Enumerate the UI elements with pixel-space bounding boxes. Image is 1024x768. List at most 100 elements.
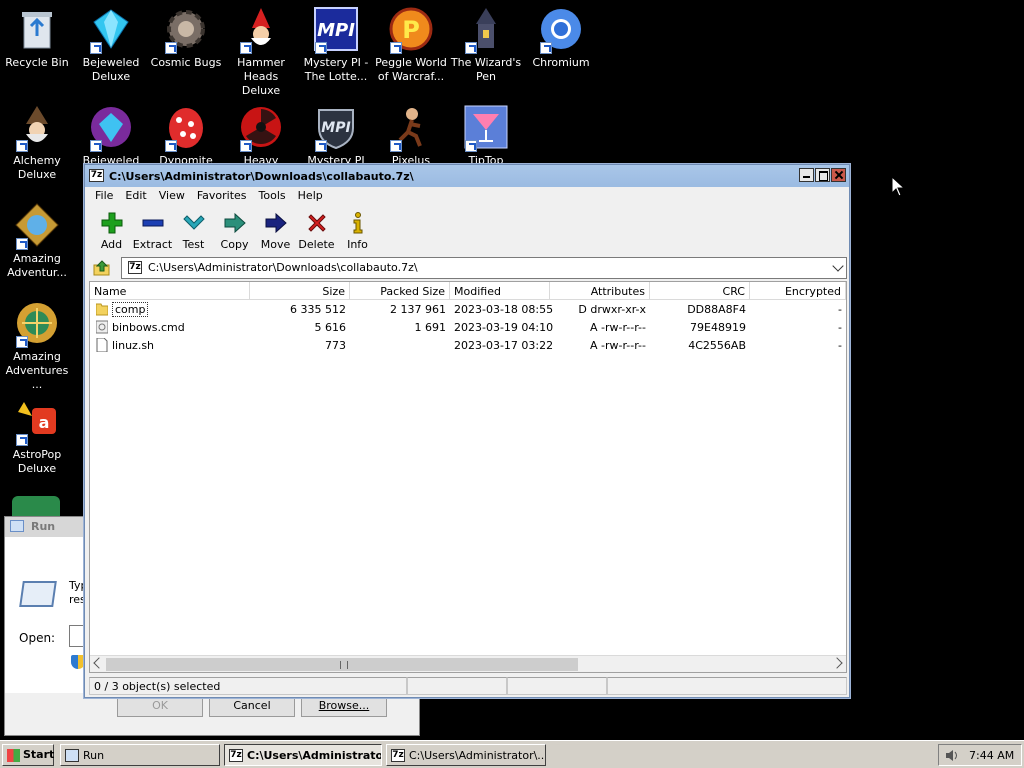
uac-shield-icon [71, 655, 85, 669]
column-header-size[interactable]: Size [250, 282, 350, 300]
move-button[interactable]: Move [255, 207, 296, 255]
maximize-button[interactable] [815, 168, 830, 182]
close-button[interactable] [831, 168, 846, 182]
scroll-right-arrow-icon[interactable] [831, 657, 843, 669]
run-ok-button[interactable]: OK [117, 695, 203, 717]
clock[interactable]: 7:44 AM [969, 749, 1014, 762]
add-plus-icon [101, 212, 122, 234]
run-browse-button[interactable]: Browse... [301, 695, 387, 717]
column-header-encrypted[interactable]: Encrypted [750, 282, 846, 300]
extract-button[interactable]: Extract [132, 207, 173, 255]
desktop-icon-alchemy-deluxe[interactable]: Alchemy Deluxe [0, 98, 74, 182]
desktop-icon-amazing-adventures-1[interactable]: Amazing Adventur... [0, 196, 74, 280]
path-combobox[interactable]: 7z C:\Users\Administrator\Downloads\coll… [121, 257, 847, 279]
taskbar-button-7zip[interactable]: 7z C:\Users\Administrator\... [386, 744, 546, 766]
test-button[interactable]: Test [173, 207, 214, 255]
desktop-icon-mystery-pi-lottery[interactable]: MPI Mystery PI - The Lotte... [299, 0, 373, 84]
desktop-icon-mystery-pi[interactable]: MPI Mystery PI [299, 98, 373, 168]
desktop-icon-label: Mystery PI - The Lotte... [303, 56, 369, 83]
cell-encrypted: - [838, 321, 842, 334]
status-segment-3 [507, 677, 607, 695]
table-row[interactable]: comp 6 335 512 2 137 961 2023-03-18 08:5… [90, 300, 846, 318]
desktop-icon-label: Chromium [532, 56, 590, 69]
desktop-icon-label: The Wizard's Pen [450, 56, 522, 83]
status-segment-2 [407, 677, 507, 695]
table-row[interactable]: linuz.sh 773 2023-03-17 03:22 A -rw-r--r… [90, 336, 846, 354]
svg-text:a: a [39, 413, 50, 432]
column-header-modified[interactable]: Modified [450, 282, 550, 300]
status-segment-4 [607, 677, 847, 695]
cell-size: 773 [325, 339, 346, 352]
cell-name: linuz.sh [112, 339, 155, 352]
add-button[interactable]: Add [91, 207, 132, 255]
cell-crc: DD88A8F4 [687, 303, 746, 316]
cmd-file-icon [96, 320, 108, 334]
desktop-icon-cosmic-bugs[interactable]: Cosmic Bugs [149, 0, 223, 70]
menu-tools[interactable]: Tools [253, 187, 292, 205]
cell-encrypted: - [838, 339, 842, 352]
desktop-icon-hammer-heads[interactable]: Hammer Heads Deluxe [224, 0, 298, 98]
sevenzip-titlebar[interactable]: 7z C:\Users\Administrator\Downloads\coll… [85, 165, 849, 187]
scroll-left-arrow-icon[interactable] [93, 657, 105, 669]
windows-logo-icon [7, 749, 20, 762]
menu-edit[interactable]: Edit [119, 187, 152, 205]
info-button[interactable]: Info [337, 207, 378, 255]
desktop-icon-label: Cosmic Bugs [150, 56, 222, 69]
folder-up-icon[interactable] [93, 259, 111, 277]
7z-icon: 7z [229, 749, 243, 762]
cell-crc: 79E48919 [690, 321, 746, 334]
desktop-icon-bejeweled[interactable]: Bejeweled [74, 98, 148, 168]
taskbar: Start Run 7z C:\Users\Administrator... 7… [0, 740, 1024, 768]
taskbar-button-run[interactable]: Run [60, 744, 220, 766]
start-button[interactable]: Start [2, 744, 54, 766]
chevron-down-icon[interactable] [832, 260, 844, 272]
menu-view[interactable]: View [153, 187, 191, 205]
desktop-icon-label: Alchemy Deluxe [13, 154, 61, 181]
cell-crc: 4C2556AB [688, 339, 746, 352]
column-header-attributes[interactable]: Attributes [550, 282, 650, 300]
extract-minus-icon [142, 219, 163, 227]
desktop-icon-bejeweled-deluxe[interactable]: Bejeweled Deluxe [74, 0, 148, 84]
delete-button[interactable]: Delete [296, 207, 337, 255]
column-header-packed-size[interactable]: Packed Size [350, 282, 450, 300]
desktop-icon-wizards-pen[interactable]: The Wizard's Pen [449, 0, 523, 84]
menu-file[interactable]: File [89, 187, 119, 205]
grip-icon [340, 661, 348, 669]
table-row[interactable]: binbows.cmd 5 616 1 691 2023-03-19 04:10… [90, 318, 846, 336]
run-dialog-title: Run [31, 520, 56, 533]
cell-name: binbows.cmd [112, 321, 185, 334]
cell-encrypted: - [838, 303, 842, 316]
run-cancel-button[interactable]: Cancel [209, 695, 295, 717]
cell-size: 5 616 [314, 321, 347, 334]
file-list-header: Name Size Packed Size Modified Attribute… [90, 282, 846, 300]
address-bar: 7z C:\Users\Administrator\Downloads\coll… [89, 257, 847, 279]
desktop-icon-recycle-bin[interactable]: Recycle Bin [0, 0, 74, 70]
desktop-icon-astropop-deluxe[interactable]: a AstroPop Deluxe [0, 392, 74, 476]
desktop-icon-dynomite[interactable]: Dynomite [149, 98, 223, 168]
sevenzip-window[interactable]: 7z C:\Users\Administrator\Downloads\coll… [84, 164, 850, 698]
column-header-name[interactable]: Name [90, 282, 250, 300]
desktop-icon-amazing-adventures-2[interactable]: Amazing Adventures ... [0, 294, 74, 392]
column-header-crc[interactable]: CRC [650, 282, 750, 300]
cell-packed-size [350, 336, 450, 354]
copy-button[interactable]: Copy [214, 207, 255, 255]
file-list[interactable]: Name Size Packed Size Modified Attribute… [89, 281, 847, 673]
cell-attributes: A -rw-r--r-- [590, 321, 646, 334]
desktop-icon-chromium[interactable]: Chromium [524, 0, 598, 70]
status-selection: 0 / 3 object(s) selected [89, 677, 407, 695]
desktop-icon-label: Hammer Heads Deluxe [237, 56, 285, 97]
horizontal-scrollbar[interactable] [90, 655, 846, 672]
desktop-icon-label: Amazing Adventur... [7, 252, 67, 279]
cell-modified: 2023-03-18 08:55 [454, 303, 554, 316]
minimize-button[interactable] [799, 168, 814, 182]
menu-help[interactable]: Help [292, 187, 329, 205]
speaker-icon[interactable] [945, 749, 959, 762]
desktop-icon-heavy[interactable]: Heavy [224, 98, 298, 168]
menu-favorites[interactable]: Favorites [191, 187, 253, 205]
mouse-cursor-icon [891, 176, 905, 197]
folder-icon [96, 303, 108, 316]
cell-attributes: A -rw-r--r-- [590, 339, 646, 352]
desktop-icon-peggle-wow[interactable]: P Peggle World of Warcraf... [374, 0, 448, 84]
scrollbar-thumb[interactable] [106, 658, 578, 671]
taskbar-button-7zip-active[interactable]: 7z C:\Users\Administrator... [224, 744, 382, 766]
